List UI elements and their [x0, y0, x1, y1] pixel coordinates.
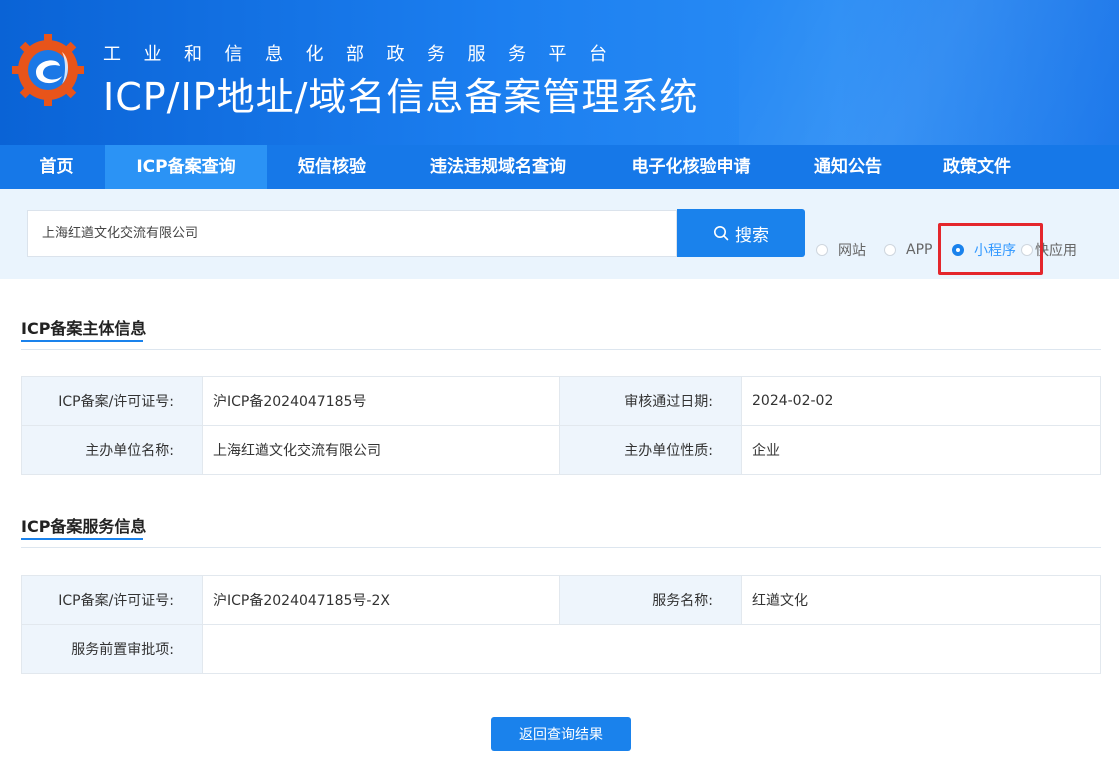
radio-website[interactable]: 网站	[816, 241, 866, 259]
nav-item-notices[interactable]: 通知公告	[783, 145, 913, 189]
section-divider	[21, 547, 1101, 548]
table-row: 服务前置审批项:	[21, 624, 1101, 674]
search-button[interactable]: 搜索	[677, 209, 805, 257]
section-title-underline	[21, 538, 143, 540]
table-value	[202, 624, 1101, 674]
table-label: 服务名称:	[559, 575, 742, 625]
search-icon	[714, 226, 729, 241]
radio-dot	[884, 244, 896, 256]
section-divider	[21, 349, 1101, 350]
nav-item-icp-query[interactable]: ICP备案查询	[105, 145, 267, 189]
table-value: 2024-02-02	[741, 376, 1101, 426]
table-label: ICP备案/许可证号:	[21, 376, 203, 426]
radio-dot	[816, 244, 828, 256]
highlight-box	[938, 223, 1043, 275]
table-label: 主办单位性质:	[559, 425, 742, 475]
section-title-underline	[21, 340, 143, 342]
table-value: 沪ICP备2024047185号	[202, 376, 560, 426]
section-title-subject: ICP备案主体信息	[21, 315, 147, 342]
table-row: ICP备案/许可证号: 沪ICP备2024047185号-2X 服务名称: 红遒…	[21, 575, 1101, 625]
main-nav: 首页 ICP备案查询 短信核验 违法违规域名查询 电子化核验申请 通知公告 政策…	[0, 145, 1119, 189]
miit-logo-icon	[12, 34, 84, 106]
section-title-text: ICP备案服务信息	[21, 517, 147, 536]
radio-label: APP	[906, 242, 933, 258]
nav-item-e-verify[interactable]: 电子化核验申请	[599, 145, 783, 189]
nav-item-policies[interactable]: 政策文件	[913, 145, 1041, 189]
nav-item-sms-verify[interactable]: 短信核验	[267, 145, 397, 189]
search-input[interactable]: 上海红遒文化交流有限公司	[27, 210, 677, 257]
table-label: ICP备案/许可证号:	[21, 575, 203, 625]
header-subtitle: 工业和信息化部政务服务平台	[103, 44, 630, 65]
back-to-results-button[interactable]: 返回查询结果	[491, 717, 631, 751]
nav-item-illegal-domain[interactable]: 违法违规域名查询	[397, 145, 599, 189]
table-value: 红遒文化	[741, 575, 1101, 625]
table-value: 沪ICP备2024047185号-2X	[202, 575, 560, 625]
service-info-table: ICP备案/许可证号: 沪ICP备2024047185号-2X 服务名称: 红遒…	[21, 575, 1101, 674]
table-row: ICP备案/许可证号: 沪ICP备2024047185号 审核通过日期: 202…	[21, 376, 1101, 426]
table-label: 主办单位名称:	[21, 425, 203, 475]
radio-label: 网站	[838, 243, 866, 259]
section-title-text: ICP备案主体信息	[21, 319, 147, 338]
header-title: ICP/IP地址/域名信息备案管理系统	[103, 75, 699, 119]
header-decoration	[739, 0, 1119, 145]
search-button-label: 搜索	[735, 225, 769, 246]
table-value: 上海红遒文化交流有限公司	[202, 425, 560, 475]
radio-app[interactable]: APP	[884, 241, 932, 259]
subject-info-table: ICP备案/许可证号: 沪ICP备2024047185号 审核通过日期: 202…	[21, 376, 1101, 475]
site-header: 工业和信息化部政务服务平台 ICP/IP地址/域名信息备案管理系统	[0, 0, 1119, 145]
table-label: 审核通过日期:	[559, 376, 742, 426]
table-value: 企业	[741, 425, 1101, 475]
nav-item-home[interactable]: 首页	[0, 145, 113, 189]
table-row: 主办单位名称: 上海红遒文化交流有限公司 主办单位性质: 企业	[21, 425, 1101, 475]
table-label: 服务前置审批项:	[21, 624, 203, 674]
section-title-service: ICP备案服务信息	[21, 513, 147, 540]
